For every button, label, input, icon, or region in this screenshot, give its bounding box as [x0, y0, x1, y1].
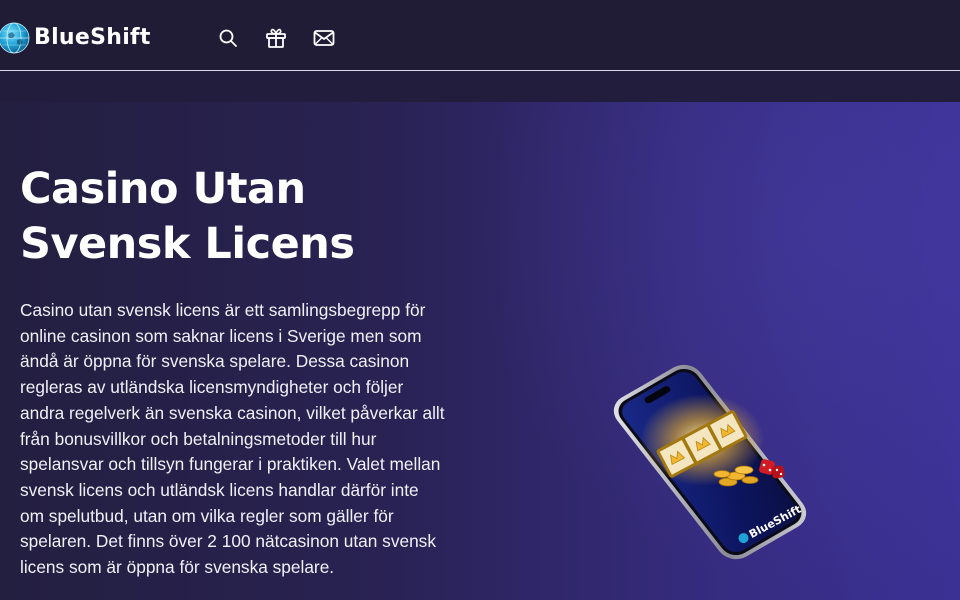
- mail-icon: [313, 30, 335, 46]
- search-icon: [219, 29, 237, 47]
- page-title-line-2: Svensk Licens: [20, 219, 355, 269]
- gift-icon: [266, 28, 286, 48]
- smartphone-slot-machine-illustration: BlueShift: [613, 364, 807, 560]
- site-header: BlueShift: [0, 0, 960, 71]
- hero-intro-paragraph: Casino utan svensk licens är ett samling…: [20, 300, 445, 578]
- page-title-line-1: Casino Utan: [20, 164, 306, 214]
- search-button[interactable]: [216, 26, 240, 50]
- globe-logo-icon: [0, 22, 30, 54]
- page-title: Casino Utan Svensk Licens: [20, 162, 440, 272]
- mail-button[interactable]: [312, 26, 336, 50]
- site-logo[interactable]: BlueShift: [0, 22, 151, 54]
- header-spacer: [0, 71, 960, 102]
- hero-section: Casino Utan Svensk Licens Casino utan sve…: [0, 102, 960, 600]
- gift-button[interactable]: [264, 26, 288, 50]
- logo-text: BlueShift: [34, 25, 151, 50]
